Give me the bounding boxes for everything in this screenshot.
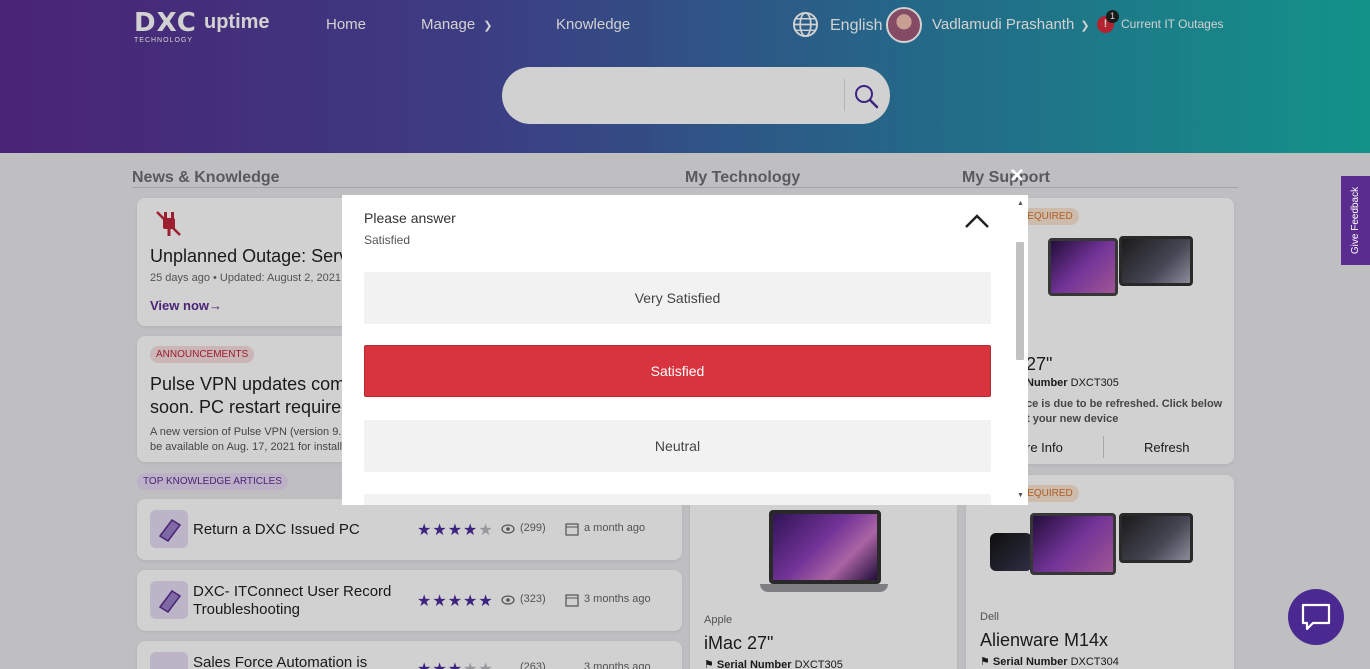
option-satisfied[interactable]: Satisfied — [364, 345, 991, 397]
chevron-up-icon[interactable] — [962, 209, 992, 231]
scrollbar-thumb[interactable] — [1016, 242, 1024, 360]
option-very-satisfied[interactable]: Very Satisfied — [364, 272, 991, 324]
feedback-label: Give Feedback — [1350, 186, 1362, 255]
option-next[interactable] — [364, 494, 991, 505]
close-icon[interactable]: × — [1010, 164, 1024, 188]
scroll-down-arrow[interactable]: ▼ — [1017, 492, 1024, 499]
chat-icon — [1301, 603, 1331, 631]
question-label: Please answer — [364, 210, 456, 226]
chat-button[interactable] — [1288, 589, 1344, 645]
survey-modal: Please answer Satisfied Very Satisfied S… — [342, 195, 1028, 505]
scroll-up-arrow[interactable]: ▲ — [1017, 200, 1024, 207]
selected-answer: Satisfied — [364, 233, 411, 247]
option-neutral[interactable]: Neutral — [364, 420, 991, 472]
give-feedback-tab[interactable]: Give Feedback — [1341, 176, 1370, 265]
